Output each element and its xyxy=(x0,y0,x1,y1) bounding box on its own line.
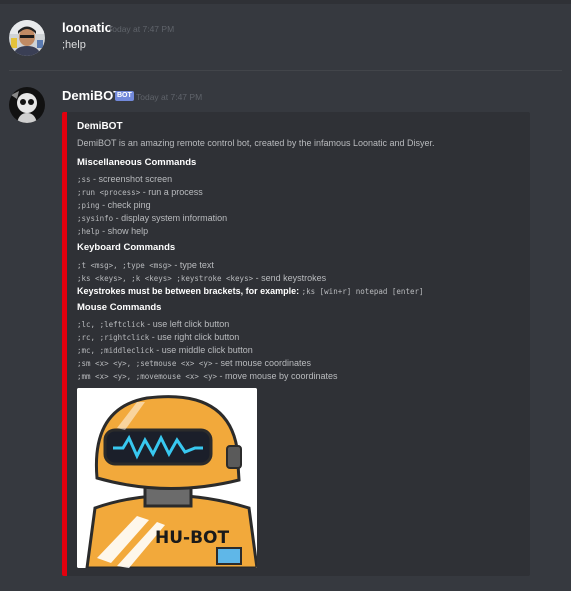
section-heading-misc: Miscellaneous Commands xyxy=(77,157,197,168)
command-line: ;sm <x> <y>, ;setmouse <x> <y> - set mou… xyxy=(77,357,311,370)
command-desc: - run a process xyxy=(140,187,203,197)
command-desc: - move mouse by coordinates xyxy=(216,371,338,381)
timestamp: Today at 7:47 PM xyxy=(108,24,175,34)
top-divider xyxy=(0,0,571,4)
section-heading-keyboard: Keyboard Commands xyxy=(77,242,176,253)
message-text: ;help xyxy=(62,39,86,51)
message-divider xyxy=(9,70,562,71)
user-avatar-photo-icon xyxy=(9,20,45,56)
command-line: ;ss - screenshot screen xyxy=(77,173,172,186)
embed-image[interactable]: HU-BOT xyxy=(77,388,257,568)
avatar[interactable] xyxy=(9,87,45,123)
command-desc: - type text xyxy=(171,260,214,270)
command-desc: - use middle click button xyxy=(153,345,253,355)
command-desc: - screenshot screen xyxy=(90,174,173,184)
command-code: ;sm <x> <y>, ;setmouse <x> <y> xyxy=(77,359,213,368)
embed-description: DemiBOT is an amazing remote control bot… xyxy=(77,138,435,148)
embed-title: DemiBOT xyxy=(77,121,123,132)
command-desc: - use right click button xyxy=(149,332,240,342)
command-line: ;lc, ;leftclick - use left click button xyxy=(77,318,229,331)
command-code: ;sysinfo xyxy=(77,214,114,223)
command-desc: - send keystrokes xyxy=(253,273,327,283)
command-desc: - use left click button xyxy=(144,319,230,329)
note-text: Keystrokes must be between brackets, for… xyxy=(77,286,302,296)
keystroke-note: Keystrokes must be between brackets, for… xyxy=(77,285,424,298)
command-line: ;rc, ;rightclick - use right click butto… xyxy=(77,331,239,344)
embed-accent-bar xyxy=(62,112,67,576)
command-code: ;ping xyxy=(77,201,100,210)
command-desc: - check ping xyxy=(99,200,151,210)
command-line: ;mm <x> <y>, ;movemouse <x> <y> - move m… xyxy=(77,370,338,383)
command-code: ;ks <keys>, ;k <keys> ;keystroke <keys> xyxy=(77,274,254,283)
command-line: ;run <process> - run a process xyxy=(77,186,203,199)
command-code: ;ss xyxy=(77,175,91,184)
command-line: ;t <msg>, ;type <msg> - type text xyxy=(77,259,214,272)
command-code: ;run <process> xyxy=(77,188,141,197)
note-code: ;ks [win+r] notepad [enter] xyxy=(301,287,424,296)
avatar[interactable] xyxy=(9,20,45,56)
command-line: ;ks <keys>, ;k <keys> ;keystroke <keys> … xyxy=(77,272,326,285)
command-code: ;mc, ;middleclick xyxy=(77,346,154,355)
username[interactable]: loonatic xyxy=(62,20,112,35)
robot-illustration-icon: HU-BOT xyxy=(77,388,257,568)
robot-label: HU-BOT xyxy=(155,528,229,548)
command-desc: - show help xyxy=(99,226,149,236)
command-desc: - display system information xyxy=(113,213,228,223)
command-code: ;mm <x> <y>, ;movemouse <x> <y> xyxy=(77,372,217,381)
command-code: ;help xyxy=(77,227,100,236)
command-code: ;t <msg>, ;type <msg> xyxy=(77,261,172,270)
command-line: ;help - show help xyxy=(77,225,148,238)
section-heading-mouse: Mouse Commands xyxy=(77,302,162,313)
command-line: ;sysinfo - display system information xyxy=(77,212,227,225)
command-line: ;ping - check ping xyxy=(77,199,151,212)
command-code: ;rc, ;rightclick xyxy=(77,333,150,342)
command-code: ;lc, ;leftclick xyxy=(77,320,145,329)
username[interactable]: DemiBOT xyxy=(62,88,121,103)
command-desc: - set mouse coordinates xyxy=(212,358,312,368)
timestamp: Today at 7:47 PM xyxy=(136,92,203,102)
bot-tag: BOT xyxy=(115,91,134,101)
bot-avatar-icon xyxy=(9,87,45,123)
command-line: ;mc, ;middleclick - use middle click but… xyxy=(77,344,253,357)
